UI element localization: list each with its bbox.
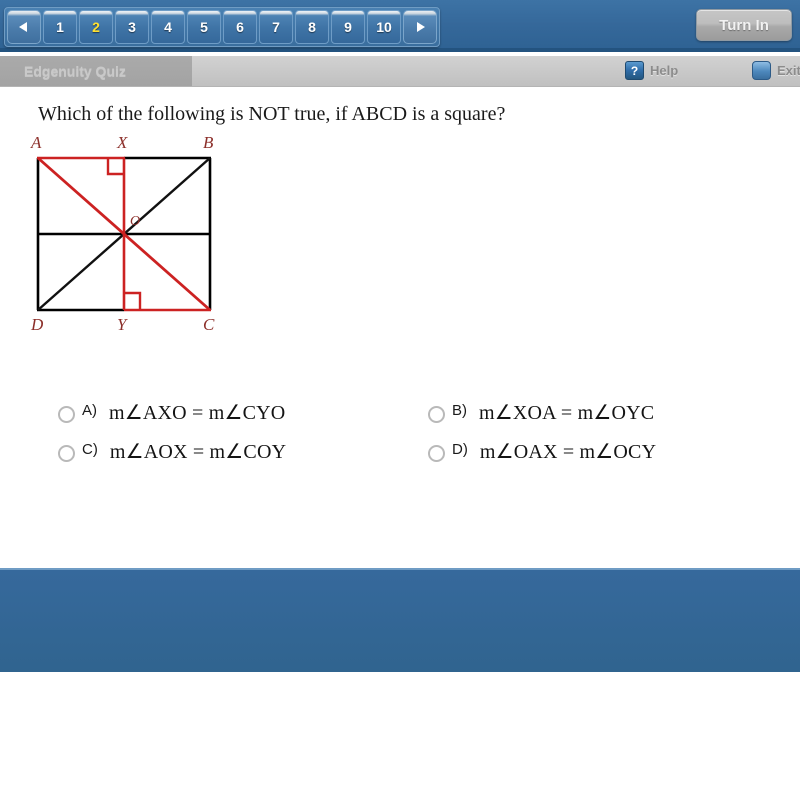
- turn-in-label: Turn In: [719, 16, 769, 34]
- answer-letter-a: A): [82, 402, 97, 419]
- exit-button[interactable]: Exit: [752, 61, 800, 80]
- next-page-arrow-icon[interactable]: [403, 10, 437, 44]
- page-button-10[interactable]: 10: [367, 10, 401, 44]
- question-text: Which of the following is NOT true, if A…: [38, 103, 506, 125]
- label-O: O: [130, 214, 140, 229]
- bottom-panel: [0, 568, 800, 672]
- help-button[interactable]: ? Help: [625, 61, 678, 80]
- label-D: D: [30, 315, 44, 334]
- page-button-4[interactable]: 4: [151, 10, 185, 44]
- answer-option-d[interactable]: D) m∠OAX = m∠OCY: [428, 439, 656, 464]
- radio-option-a[interactable]: [58, 406, 75, 423]
- label-C: C: [203, 315, 215, 334]
- answer-letter-d: D): [452, 441, 468, 458]
- answer-option-a[interactable]: A) m∠AXO = m∠CYO: [58, 400, 428, 425]
- label-X: X: [116, 133, 128, 152]
- answer-text-c: m∠AOX = m∠COY: [109, 441, 287, 463]
- exit-label: Exit: [777, 63, 800, 78]
- label-A: A: [30, 133, 42, 152]
- answer-text-a: m∠AXO = m∠CYO: [109, 402, 286, 424]
- answer-letter-c: C): [82, 441, 98, 458]
- answer-option-b[interactable]: B) m∠XOA = m∠OYC: [428, 400, 654, 425]
- help-icon: ?: [625, 61, 644, 80]
- answer-options: A) m∠AXO = m∠CYO B) m∠XOA = m∠OYC C) m∠A…: [58, 400, 758, 478]
- page-navigation: 1 2 3 4 5 6 7 8 9 10: [4, 7, 440, 47]
- answer-text-b: m∠XOA = m∠OYC: [479, 402, 655, 424]
- prev-page-arrow-icon[interactable]: [7, 10, 41, 44]
- square-diagram-svg: A X B D Y C O: [30, 133, 215, 334]
- quiz-tab: Edgenuity Quiz: [0, 56, 192, 86]
- radio-option-b[interactable]: [428, 406, 445, 423]
- quiz-toolbar: Edgenuity Quiz ? Help Exit: [0, 56, 800, 87]
- answer-letter-b: B): [452, 402, 467, 419]
- quiz-page: 1 2 3 4 5 6 7 8 9 10 Turn In Edgenuity Q…: [0, 0, 800, 800]
- top-bar-underline: [0, 48, 800, 52]
- radio-option-c[interactable]: [58, 445, 75, 462]
- answer-text-d: m∠OAX = m∠OCY: [479, 441, 657, 463]
- turn-in-button[interactable]: Turn In: [696, 9, 792, 41]
- answer-row-1: A) m∠AXO = m∠CYO B) m∠XOA = m∠OYC: [58, 400, 758, 425]
- page-button-2[interactable]: 2: [79, 10, 113, 44]
- label-B: B: [203, 133, 214, 152]
- exit-icon: [752, 61, 771, 80]
- page-button-9[interactable]: 9: [331, 10, 365, 44]
- quiz-tab-label: Edgenuity Quiz: [24, 63, 126, 79]
- page-button-6[interactable]: 6: [223, 10, 257, 44]
- page-button-1[interactable]: 1: [43, 10, 77, 44]
- page-button-7[interactable]: 7: [259, 10, 293, 44]
- answer-row-2: C) m∠AOX = m∠COY D) m∠OAX = m∠OCY: [58, 439, 758, 464]
- help-label: Help: [650, 63, 679, 78]
- page-button-8[interactable]: 8: [295, 10, 329, 44]
- page-button-5[interactable]: 5: [187, 10, 221, 44]
- label-Y: Y: [117, 315, 128, 334]
- answer-option-c[interactable]: C) m∠AOX = m∠COY: [58, 439, 428, 464]
- right-angle-marker-x: [106, 158, 124, 176]
- page-button-3[interactable]: 3: [115, 10, 149, 44]
- geometry-diagram: A X B D Y C O: [20, 128, 250, 346]
- radio-option-d[interactable]: [428, 445, 445, 462]
- right-angle-marker-y: [124, 291, 142, 310]
